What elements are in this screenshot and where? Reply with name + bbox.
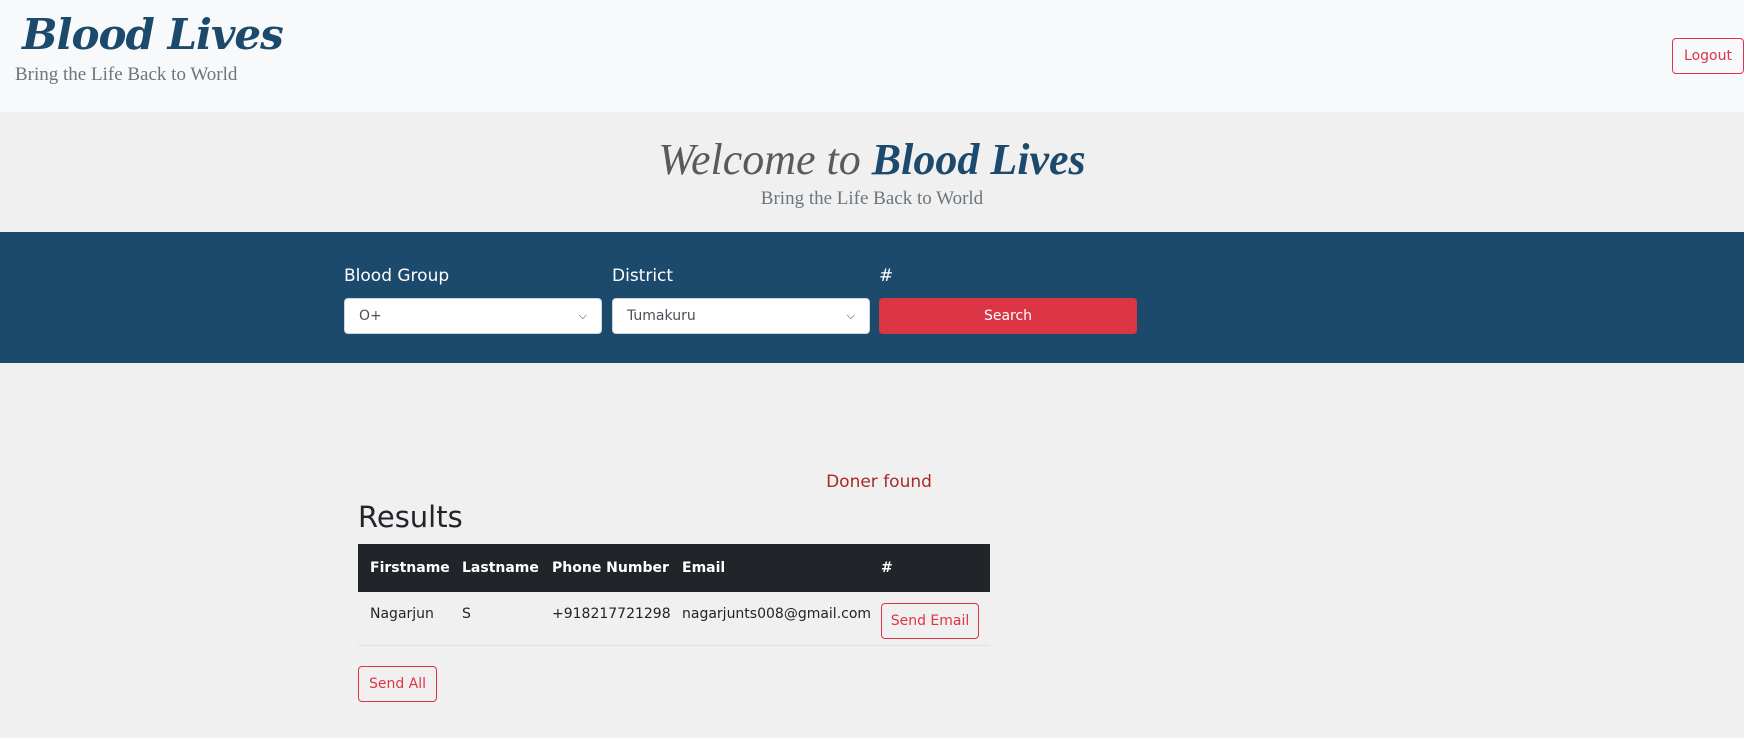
results-table: Firstname Lastname Phone Number Email # … [358,544,990,646]
search-form: Blood Group O+ ⌵ District Tumakuru ⌵ # S… [0,232,1744,363]
brand-title[interactable]: Blood Lives [22,10,284,59]
welcome-subtitle: Bring the Life Back to World [760,188,984,209]
results-title: Results [358,500,463,534]
top-navbar: Blood Lives Bring the Life Back to World… [0,0,1744,112]
cell-phone: +918217721298 [552,606,671,622]
column-header-lastname: Lastname [462,560,539,576]
welcome-brand: Blood Lives [871,135,1086,184]
cell-email: nagarjunts008@gmail.com [682,606,872,622]
blood-group-label: Blood Group [344,266,450,286]
blood-group-value: O+ [359,308,382,324]
logout-button[interactable]: Logout [1672,38,1744,74]
status-message: Doner found [826,472,932,492]
welcome-prefix: Welcome to [658,135,861,184]
column-header-action: # [881,560,893,576]
chevron-down-icon: ⌵ [578,309,587,322]
district-label: District [612,266,674,286]
welcome-hero: Welcome to Blood Lives Bring the Life Ba… [0,112,1744,232]
column-header-phone: Phone Number [552,560,669,576]
cell-firstname: Nagarjun [370,606,434,622]
send-all-button[interactable]: Send All [358,666,437,702]
district-value: Tumakuru [627,308,696,324]
district-select[interactable]: Tumakuru ⌵ [612,298,870,334]
column-header-email: Email [682,560,726,576]
send-email-button[interactable]: Send Email [881,603,979,639]
action-label: # [879,266,894,286]
table-row: Nagarjun S +918217721298 nagarjunts008@g… [358,592,990,646]
column-header-firstname: Firstname [370,560,450,576]
cell-lastname: S [462,606,471,622]
search-button[interactable]: Search [879,298,1137,334]
table-header: Firstname Lastname Phone Number Email # [358,544,990,592]
brand-tagline: Bring the Life Back to World [15,64,238,85]
welcome-heading: Welcome to Blood Lives [0,134,1744,185]
chevron-down-icon: ⌵ [846,309,855,322]
blood-group-select[interactable]: O+ ⌵ [344,298,602,334]
